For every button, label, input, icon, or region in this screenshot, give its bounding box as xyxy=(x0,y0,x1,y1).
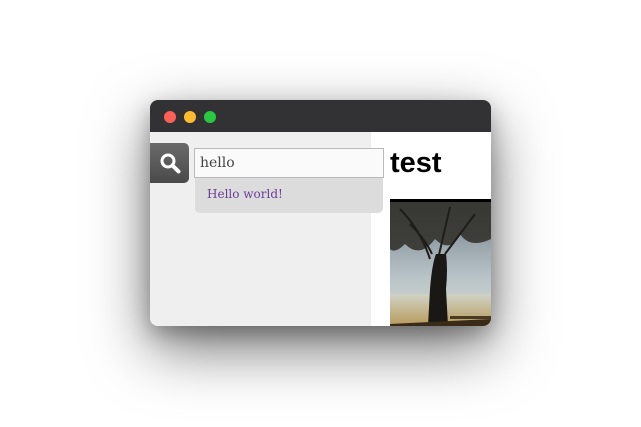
search-icon xyxy=(160,153,180,174)
desktop: Hello world! test xyxy=(0,0,641,427)
main-content: test xyxy=(371,132,491,326)
close-window-button[interactable] xyxy=(164,111,176,123)
minimize-window-button[interactable] xyxy=(184,111,196,123)
tree-photo xyxy=(390,199,491,326)
sidebar: Hello world! xyxy=(150,132,384,326)
suggestion-item[interactable]: Hello world! xyxy=(207,187,283,201)
search-suggestions: Hello world! xyxy=(195,178,383,213)
search-input[interactable] xyxy=(194,148,384,178)
page-title: test xyxy=(390,147,442,179)
app-window: Hello world! test xyxy=(150,100,491,326)
page-photo xyxy=(390,199,491,326)
maximize-window-button[interactable] xyxy=(204,111,216,123)
window-titlebar[interactable] xyxy=(150,100,491,132)
search-button[interactable] xyxy=(150,143,189,183)
